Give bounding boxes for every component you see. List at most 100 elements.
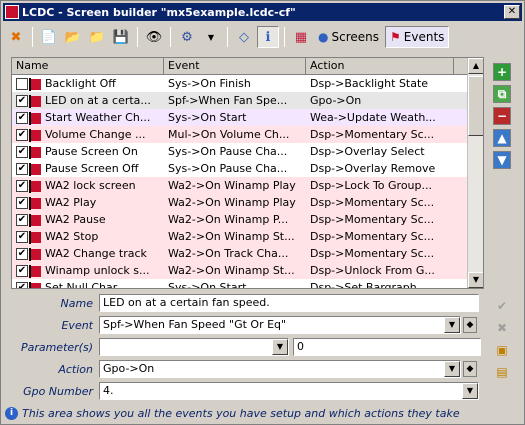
action-row: Action Gpo->On ▼ ◆ — [11, 359, 477, 379]
info-icon[interactable]: ℹ — [257, 26, 279, 48]
table-row[interactable]: ✔ Set Null Char Sys->On Start Dsp->Set Barg… — [12, 279, 483, 289]
preview-eye-icon[interactable]: 👁 — [143, 26, 165, 48]
table-row[interactable]: ✔ WA2 Stop Wa2->On Winamp St... Dsp->Moment… — [12, 228, 483, 245]
row-checkbox[interactable]: ✔ — [16, 265, 28, 277]
action-label: Action — [58, 362, 93, 376]
cell-event: Wa2->On Winamp Play — [168, 179, 296, 192]
cell-action: Gpo->On — [310, 94, 362, 107]
table-row[interactable]: ✔ WA2 Change track Wa2->On Track Cha... Dsp… — [12, 245, 483, 262]
screens-tab[interactable]: ● Screens — [314, 26, 383, 48]
row-checkbox[interactable]: ✔ — [16, 282, 28, 288]
scroll-up-arrow[interactable]: ▲ — [468, 58, 483, 74]
plugin-icon[interactable]: ⚙ — [176, 26, 198, 48]
cell-name: ✔ Pause Screen On — [12, 143, 164, 160]
save-icon[interactable]: ▣ — [493, 341, 511, 359]
row-checkbox[interactable]: ✔ — [16, 248, 28, 260]
scroll-thumb[interactable] — [468, 76, 483, 136]
row-checkbox[interactable]: ✔ — [16, 214, 28, 226]
scroll-down-arrow[interactable]: ▼ — [468, 272, 483, 288]
add-event-button[interactable]: + — [493, 63, 511, 81]
row-checkbox[interactable] — [16, 78, 28, 90]
row-checkbox[interactable]: ✔ — [16, 163, 28, 175]
event-select[interactable]: Spf->When Fan Speed "Gt Or Eq" ▼ — [99, 316, 461, 334]
save-as-icon[interactable]: 💾 — [110, 26, 132, 48]
params-number-input[interactable]: 0 — [293, 338, 481, 356]
row-checkbox[interactable]: ✔ — [16, 180, 28, 192]
remove-event-button[interactable]: − — [493, 107, 511, 125]
grid-scrollbar[interactable]: ▲ ▼ — [467, 58, 483, 288]
cell-event: Spf->When Fan Spe... — [168, 94, 288, 107]
flag-icon — [29, 94, 41, 108]
cell-event: Sys->On Start — [168, 111, 247, 124]
column-header-action[interactable]: Action — [306, 58, 454, 74]
grid-icon[interactable]: ▦ — [290, 26, 312, 48]
cell-event: Sys->On Pause Cha... — [168, 145, 288, 158]
name-input[interactable]: LED on at a certain fan speed. — [99, 294, 479, 312]
save-file-icon[interactable]: 📁 — [86, 26, 108, 48]
table-row[interactable]: ✔ Start Weather Ch... Sys->On Start Wea->Up… — [12, 109, 483, 126]
flag-icon — [29, 281, 41, 288]
cell-name: ✔ Volume Change ... — [12, 126, 164, 143]
apply-check-icon[interactable]: ✔ — [493, 297, 511, 315]
row-checkbox[interactable]: ✔ — [16, 231, 28, 243]
table-row[interactable]: ✔ WA2 Play Wa2->On Winamp Play Dsp->Momenta… — [12, 194, 483, 211]
row-checkbox[interactable]: ✔ — [16, 146, 28, 158]
row-name: Pause Screen On — [45, 145, 138, 158]
flag-icon — [29, 77, 41, 91]
row-checkbox[interactable]: ✔ — [16, 129, 28, 141]
action-select-value: Gpo->On — [103, 362, 155, 375]
name-label: Name — [60, 296, 93, 310]
app-window: LCDC - Screen builder "mx5example.lcdc-c… — [0, 0, 525, 425]
action-select[interactable]: Gpo->On ▼ — [99, 360, 461, 378]
params-select[interactable]: ▼ — [99, 338, 289, 356]
eraser-icon[interactable]: ◇ — [233, 26, 255, 48]
row-checkbox[interactable]: ✔ — [16, 112, 28, 124]
cell-event: Wa2->On Winamp St... — [168, 264, 295, 277]
table-row[interactable]: ✔ Pause Screen Off Sys->On Pause Cha... Dsp… — [12, 160, 483, 177]
action-options-icon[interactable]: ◆ — [463, 361, 477, 377]
cell-action: Dsp->Momentary Sc... — [310, 128, 435, 141]
close-file-icon[interactable]: ✖ — [5, 26, 27, 48]
move-down-button[interactable]: ▼ — [493, 151, 511, 169]
event-options-icon[interactable]: ◆ — [463, 317, 477, 333]
table-row[interactable]: ✔ LED on at a certa... Spf->When Fan Spe..… — [12, 92, 483, 109]
table-row[interactable]: Backlight Off Sys->On Finish Dsp->Backligh… — [12, 75, 483, 92]
window-title: LCDC - Screen builder "mx5example.lcdc-c… — [22, 5, 296, 19]
row-name: Set Null Char — [45, 281, 118, 289]
table-row[interactable]: ✔ WA2 lock screen Wa2->On Winamp Play Dsp->… — [12, 177, 483, 194]
cell-name: ✔ WA2 Stop — [12, 228, 164, 245]
chevron-down-icon[interactable]: ▼ — [444, 361, 460, 377]
close-button[interactable]: ✕ — [504, 5, 520, 19]
table-row[interactable]: ✔ WA2 Pause Wa2->On Winamp P... Dsp->Moment… — [12, 211, 483, 228]
table-row[interactable]: ✔ Pause Screen On Sys->On Pause Cha... Dsp-… — [12, 143, 483, 160]
new-document-icon[interactable]: 📄 — [38, 26, 60, 48]
chevron-down-icon[interactable]: ▼ — [462, 383, 478, 399]
chevron-down-icon[interactable]: ▼ — [200, 26, 222, 48]
events-tab[interactable]: ⚑ Events — [385, 26, 450, 48]
cell-action: Dsp->Momentary Sc... — [310, 247, 435, 260]
column-header-event[interactable]: Event — [164, 58, 306, 74]
row-checkbox[interactable]: ✔ — [16, 197, 28, 209]
table-row[interactable]: ✔ Winamp unlock s... Wa2->On Winamp St... D… — [12, 262, 483, 279]
gpo-select[interactable]: 4. ▼ — [99, 382, 479, 400]
cell-action: Wea->Update Weath... — [310, 111, 436, 124]
events-flag-icon: ⚑ — [390, 30, 401, 44]
save-as-icon[interactable]: ▤ — [493, 363, 511, 381]
event-row: Event Spf->When Fan Speed "Gt Or Eq" ▼ ◆ — [11, 315, 477, 335]
chevron-down-icon[interactable]: ▼ — [272, 339, 288, 355]
cell-name: Backlight Off — [12, 75, 164, 92]
move-up-button[interactable]: ▲ — [493, 129, 511, 147]
cell-event: Wa2->On Winamp St... — [168, 230, 295, 243]
cell-event: Sys->On Start — [168, 281, 247, 289]
row-name: WA2 Stop — [45, 230, 99, 243]
row-name: WA2 Play — [45, 196, 97, 209]
column-header-name[interactable]: Name — [12, 58, 164, 74]
table-row[interactable]: ✔ Volume Change ... Mul->On Volume Ch... Ds… — [12, 126, 483, 143]
chevron-down-icon[interactable]: ▼ — [444, 317, 460, 333]
duplicate-event-button[interactable]: ⧉ — [493, 85, 511, 103]
flag-icon — [29, 196, 41, 210]
cancel-x-icon[interactable]: ✖ — [493, 319, 511, 337]
events-label: Events — [403, 30, 445, 44]
row-checkbox[interactable]: ✔ — [16, 95, 28, 107]
open-file-icon[interactable]: 📂 — [62, 26, 84, 48]
